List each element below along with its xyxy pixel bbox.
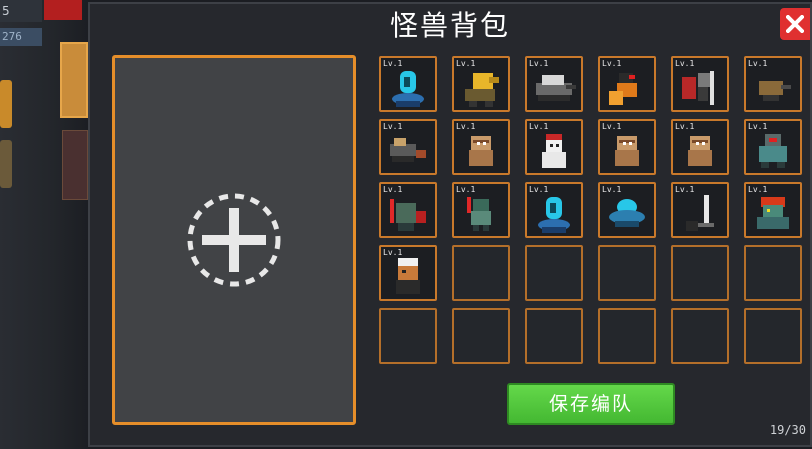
monster-slot[interactable]: Lv.1 — [379, 245, 437, 301]
monster-grid: Lv.1 Lv.1 Lv.1 Lv.1 Lv.1 Lv.1 Lv.1 Lv.1 Lv.1 Lv.1… — [379, 56, 802, 364]
empty-slot[interactable] — [671, 308, 729, 364]
empty-slot[interactable] — [452, 308, 510, 364]
monster-slot[interactable]: Lv.1 — [379, 182, 437, 238]
empty-slot[interactable] — [598, 308, 656, 364]
monster-slot[interactable]: Lv.1 — [525, 56, 583, 112]
background-stat-value: 276 — [0, 28, 42, 46]
background-card — [60, 42, 88, 118]
monster-slot[interactable]: Lv.1 — [525, 119, 583, 175]
background-side-button-2 — [0, 140, 12, 188]
empty-slot[interactable] — [744, 245, 802, 301]
capacity-counter: 19/30 — [769, 423, 806, 437]
monster-slot[interactable]: Lv.1 — [598, 119, 656, 175]
empty-slot[interactable] — [452, 245, 510, 301]
empty-slot[interactable] — [379, 308, 437, 364]
empty-slot[interactable] — [744, 308, 802, 364]
background-card-2 — [62, 130, 88, 200]
monster-slot[interactable]: Lv.1 — [452, 182, 510, 238]
monster-backpack-modal: 怪兽背包 Lv.1 Lv.1 Lv.1 Lv.1 Lv.1 Lv.1 Lv.1 Lv.1 Lv.… — [88, 2, 812, 447]
empty-slot[interactable] — [671, 245, 729, 301]
monster-slot[interactable]: Lv.1 — [525, 182, 583, 238]
monster-slot[interactable]: Lv.1 — [452, 119, 510, 175]
empty-slot[interactable] — [525, 308, 583, 364]
save-team-button[interactable]: 保存编队 — [507, 383, 675, 425]
close-button[interactable] — [780, 8, 810, 40]
monster-slot[interactable]: Lv.1 — [598, 182, 656, 238]
monster-slot[interactable]: Lv.1 — [379, 56, 437, 112]
monster-slot[interactable]: Lv.1 — [671, 119, 729, 175]
empty-slot[interactable] — [525, 245, 583, 301]
monster-slot[interactable]: Lv.1 — [598, 56, 656, 112]
modal-title: 怪兽背包 — [389, 9, 510, 42]
monster-slot[interactable]: Lv.1 — [671, 182, 729, 238]
monster-slot[interactable]: Lv.1 — [744, 56, 802, 112]
monster-slot[interactable]: Lv.1 — [744, 119, 802, 175]
add-plus-icon — [187, 193, 281, 287]
empty-slot[interactable] — [598, 245, 656, 301]
background-red-tab — [44, 0, 82, 20]
background-stat-top: 5 — [0, 0, 42, 22]
close-icon — [786, 15, 804, 33]
background-side-button — [0, 80, 12, 128]
selected-monster-slot[interactable] — [112, 55, 356, 425]
monster-slot[interactable]: Lv.1 — [379, 119, 437, 175]
monster-slot[interactable]: Lv.1 — [671, 56, 729, 112]
monster-slot[interactable]: Lv.1 — [744, 182, 802, 238]
monster-slot[interactable]: Lv.1 — [452, 56, 510, 112]
